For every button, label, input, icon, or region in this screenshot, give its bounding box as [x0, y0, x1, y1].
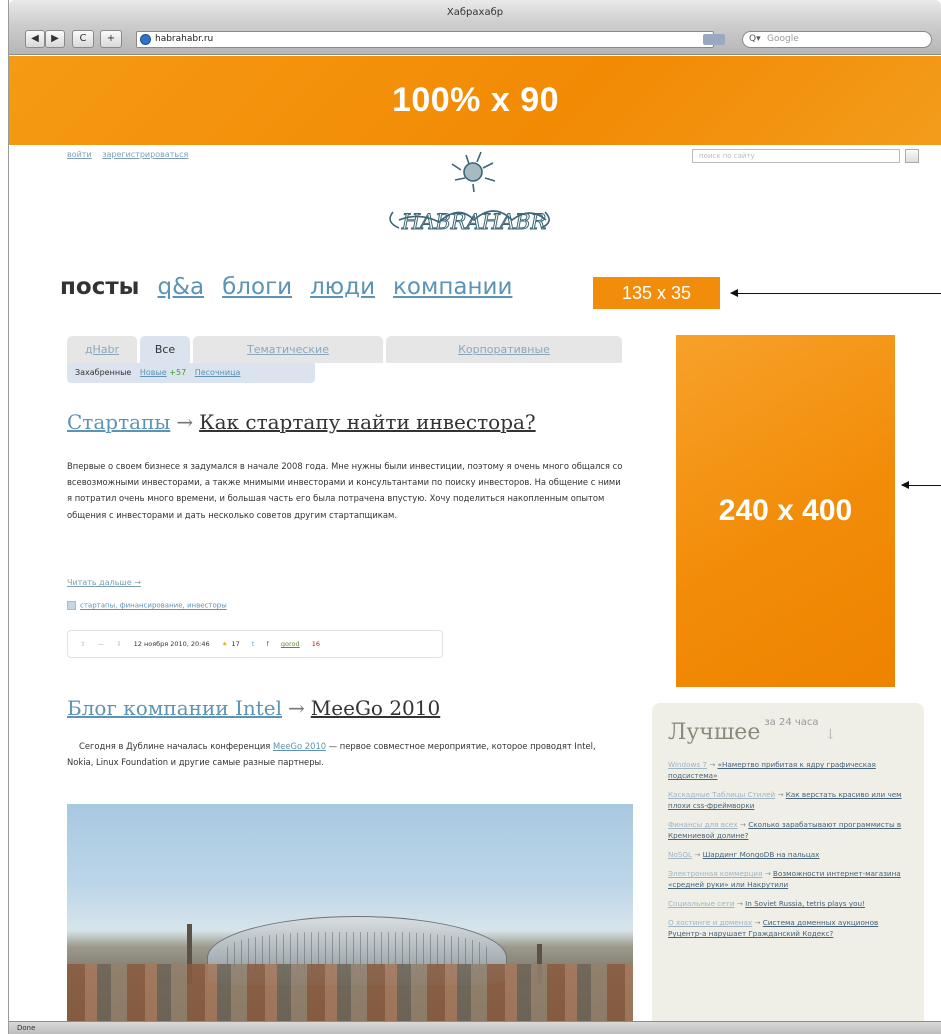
best-item: Электронная коммерция → Возможности инте…	[668, 869, 901, 889]
register-link[interactable]: зарегистрироваться	[102, 150, 188, 159]
post-title: Блог компании Intel → MeeGo 2010	[67, 696, 440, 720]
add-bookmark-button[interactable]: +	[100, 30, 122, 48]
post-tags-text[interactable]: стартапы, финансирование, инвесторы	[80, 602, 227, 610]
feed-subtabs: Захабренные Новые +57 Песочница	[67, 363, 315, 383]
reload-button[interactable]: C	[72, 30, 94, 48]
arrow-down-icon[interactable]: ↓	[825, 727, 837, 743]
arrow-to-nav-banner	[730, 289, 941, 297]
window-titlebar: Хабрахабр	[9, 0, 941, 22]
post-infobar: ⇧ — ⇩ 12 ноября 2010, 20:46 ★ 17 t f goro…	[67, 630, 443, 658]
best-item: Финансы для всех → Сколько зарабатывают …	[668, 820, 902, 840]
post-title-link[interactable]: MeeGo 2010	[311, 696, 440, 720]
post-comments-count[interactable]: 16	[312, 640, 320, 648]
post-body-text: Сегодня в Дублине началась конференция	[79, 741, 273, 751]
tab-dhabr[interactable]: дHabr	[67, 336, 137, 363]
favorite-star-icon[interactable]: ★	[222, 640, 228, 648]
post-tags: стартапы, финансирование, инвесторы	[67, 601, 227, 610]
post-body: Впервые о своем бизнесе я задумался в на…	[67, 461, 623, 520]
svg-text:HABRAHABR: HABRAHABR	[401, 210, 547, 234]
best-item-hub[interactable]: NoSQL	[668, 850, 692, 859]
site-search-input[interactable]: поиск по сайту	[692, 149, 900, 163]
best-item: О хостинге и доменах → Система доменных …	[668, 918, 879, 938]
best-item: Каскадные Таблицы Стилей → Как верстать …	[668, 790, 902, 810]
nav-item-companies[interactable]: компании	[393, 274, 512, 300]
best-item-hub[interactable]: Финансы для всех	[668, 820, 738, 829]
post-author[interactable]: gorod	[281, 640, 300, 648]
post-title: Стартапы → Как стартапу найти инвестора?	[67, 410, 536, 434]
best-item-title[interactable]: In Soviet Russia, tetris plays you!	[745, 899, 865, 908]
top-banner-label: 100% x 90	[391, 81, 560, 119]
post-image	[67, 804, 633, 1034]
arrow-right-icon: →	[288, 696, 305, 720]
read-more-link[interactable]: Читать дальше →	[67, 578, 141, 587]
site-search-button[interactable]	[905, 149, 919, 163]
nav-item-blogs[interactable]: блоги	[222, 274, 292, 300]
tab-thematic[interactable]: Тематические	[193, 336, 383, 363]
subtab-new-count: +57	[169, 368, 187, 377]
nav-banner-placeholder: 135 x 35	[593, 277, 720, 309]
best-list: Windows 7 → «Намертво прибитая к ядру гр…	[668, 759, 912, 939]
best-item-hub[interactable]: Каскадные Таблицы Стилей	[668, 790, 775, 799]
rss-icon[interactable]	[703, 34, 725, 45]
main-nav: посты q&a блоги люди компании	[60, 274, 530, 308]
nav-item-people[interactable]: люди	[310, 274, 375, 300]
status-bar: Done	[9, 1021, 941, 1034]
nav-item-qa[interactable]: q&a	[157, 274, 204, 300]
search-icon: Q▾	[749, 34, 761, 44]
back-button[interactable]: ◀	[25, 30, 45, 48]
address-bar[interactable]: habrahabr.ru	[136, 31, 714, 48]
post-favs-count: 17	[231, 640, 240, 648]
subtab-favorites[interactable]: Захабренные	[75, 368, 131, 377]
arrow-right-icon: →	[176, 410, 194, 434]
forward-button[interactable]: ▶	[45, 30, 65, 48]
facebook-icon[interactable]: f	[267, 640, 269, 648]
best-panel: Лучшее за 24 часа ↓ Windows 7 → «Намертво …	[652, 703, 924, 1034]
best-item: NoSQL → Шардинг MongoDB на пальцах	[668, 850, 820, 859]
subtab-new[interactable]: Новые	[140, 368, 167, 377]
habrahabr-logo[interactable]: HABRAHABR	[369, 150, 579, 250]
twitter-icon[interactable]: t	[252, 640, 255, 648]
browser-search-input[interactable]: Q▾ Google	[742, 31, 932, 48]
browser-toolbar: ◀ ▶ C + habrahabr.ru Q▾ Google	[9, 22, 941, 55]
best-title-text: Лучшее	[668, 720, 761, 745]
login-link[interactable]: войти	[67, 150, 92, 159]
globe-icon	[140, 34, 151, 45]
best-item: Социальные сети → In Soviet Russia, tetr…	[668, 899, 865, 908]
address-bar-url: habrahabr.ru	[155, 34, 214, 44]
top-banner-placeholder: 100% x 90	[9, 56, 941, 145]
login-links: войти зарегистрироваться	[67, 150, 196, 159]
arrow-to-side-banner	[901, 481, 941, 489]
best-item-hub[interactable]: Электронная коммерция	[668, 869, 762, 878]
post-hub-link[interactable]: Блог компании Intel	[67, 696, 282, 720]
post-date: 12 ноября 2010, 20:46	[133, 640, 210, 648]
post-body: Сегодня в Дублине началась конференция M…	[67, 738, 597, 770]
vote-up-icon[interactable]: ⇧	[80, 640, 85, 648]
best-item-hub[interactable]: Windows 7	[668, 760, 707, 769]
post-title-link[interactable]: Как стартапу найти инвестора?	[199, 410, 536, 434]
subtab-sandbox[interactable]: Песочница	[195, 368, 241, 377]
feed-tabs: дHabr Все Тематические Корпоративные	[67, 336, 625, 363]
window-title: Хабрахабр	[446, 7, 504, 18]
tag-icon	[67, 601, 76, 610]
browser-search-placeholder: Google	[767, 34, 799, 44]
best-title: Лучшее за 24 часа ↓	[668, 717, 912, 745]
tab-all[interactable]: Все	[140, 336, 190, 363]
best-item-title[interactable]: Шардинг MongoDB на пальцах	[703, 850, 820, 859]
browser-window: Хабрахабр ◀ ▶ C + habrahabr.ru Q▾ Google…	[8, 0, 941, 1034]
nav-item-posts[interactable]: посты	[60, 274, 139, 300]
vote-down-icon[interactable]: ⇩	[116, 640, 121, 648]
vote-dash-icon: —	[97, 640, 105, 648]
best-item-hub[interactable]: Социальные сети	[668, 899, 735, 908]
best-item-hub[interactable]: О хостинге и доменах	[668, 918, 752, 927]
tab-corporate[interactable]: Корпоративные	[386, 336, 622, 363]
side-banner-placeholder: 240 x 400	[676, 335, 895, 687]
post-hub-link[interactable]: Стартапы	[67, 410, 170, 434]
post-body-link[interactable]: MeeGo 2010	[273, 741, 326, 751]
best-period[interactable]: за 24 часа	[764, 717, 818, 728]
best-item: Windows 7 → «Намертво прибитая к ядру гр…	[668, 760, 876, 780]
